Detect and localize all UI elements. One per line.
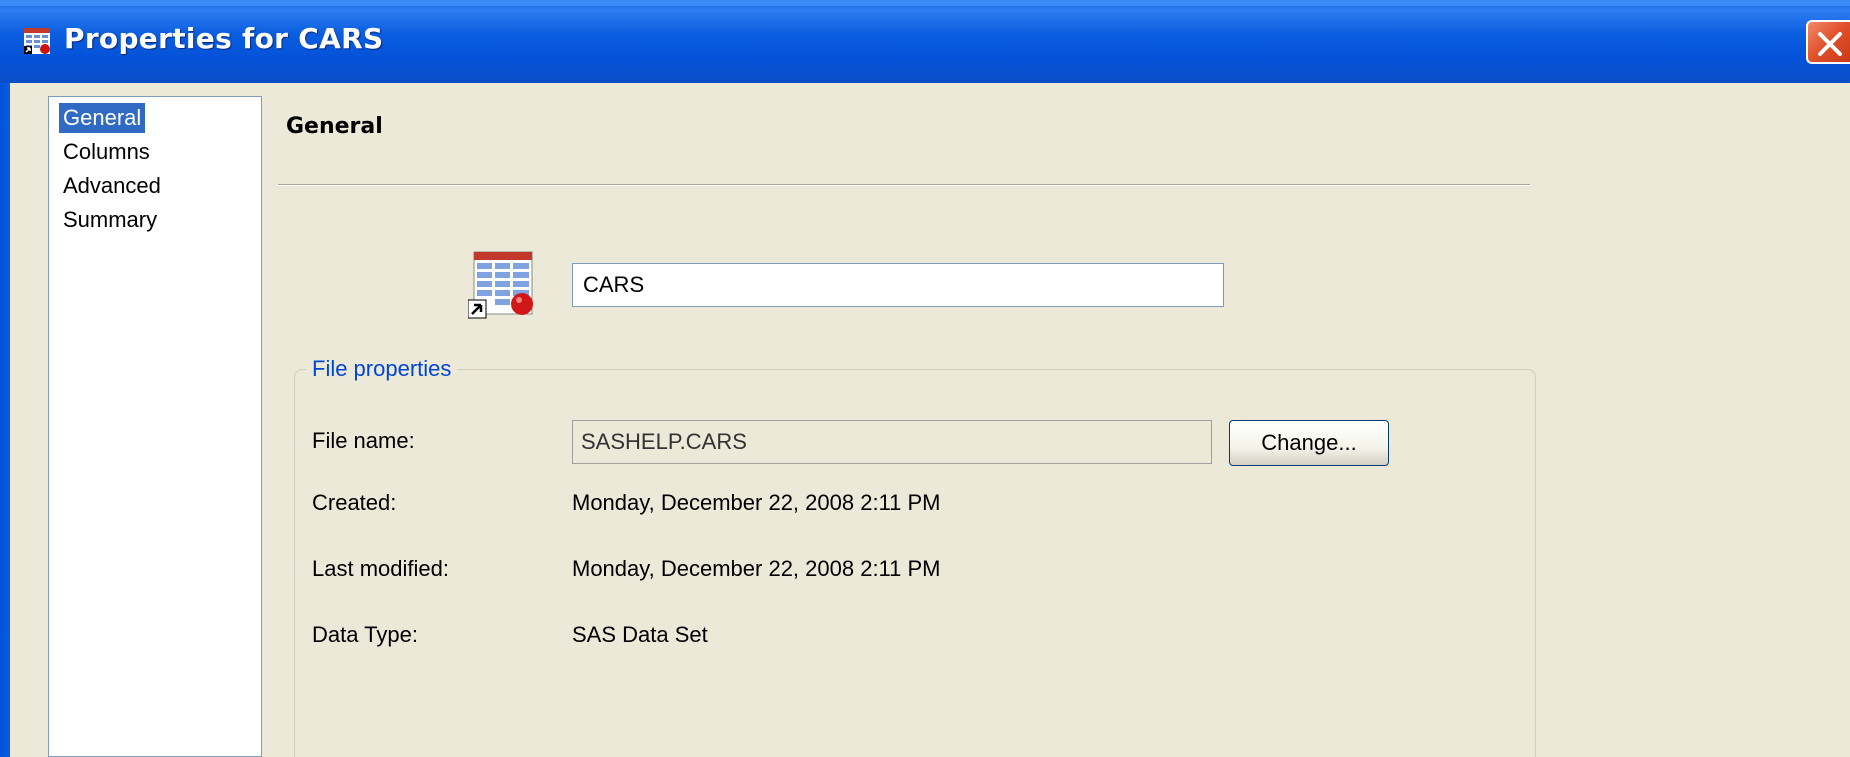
data-type-value: SAS Data Set: [572, 622, 708, 647]
nav-item-general[interactable]: General: [59, 103, 146, 133]
close-button[interactable]: [1806, 20, 1850, 64]
heading-divider: [278, 184, 1530, 186]
close-icon: [1818, 32, 1842, 56]
last-modified-value: Monday, December 22, 2008 2:11 PM: [572, 556, 941, 581]
window-title: Properties for CARS: [64, 22, 384, 55]
file-name-field: SASHELP.CARS: [572, 420, 1212, 464]
sas-dataset-shortcut-icon: [468, 251, 533, 319]
properties-dialog: Properties for CARS General Columns Adva…: [0, 0, 1850, 757]
dataset-name-field[interactable]: [572, 263, 1224, 307]
created-label: Created:: [312, 490, 397, 515]
data-type-label: Data Type:: [312, 622, 418, 647]
title-bar-highlight: [0, 0, 1850, 6]
nav-item-columns[interactable]: Columns: [59, 137, 154, 167]
created-value: Monday, December 22, 2008 2:11 PM: [572, 490, 941, 515]
nav-item-summary[interactable]: Summary: [59, 205, 161, 235]
file-name-label: File name:: [312, 428, 415, 453]
property-page-list: General Columns Advanced Summary: [48, 96, 262, 757]
page-title: General: [286, 114, 383, 139]
window-border-left: [0, 83, 10, 757]
title-bar[interactable]: Properties for CARS: [0, 0, 1850, 83]
file-properties-legend: File properties: [306, 356, 458, 382]
dataset-properties-icon: [24, 28, 50, 54]
last-modified-label: Last modified:: [312, 556, 449, 581]
change-button[interactable]: Change...: [1229, 420, 1389, 466]
nav-item-advanced[interactable]: Advanced: [59, 171, 165, 201]
